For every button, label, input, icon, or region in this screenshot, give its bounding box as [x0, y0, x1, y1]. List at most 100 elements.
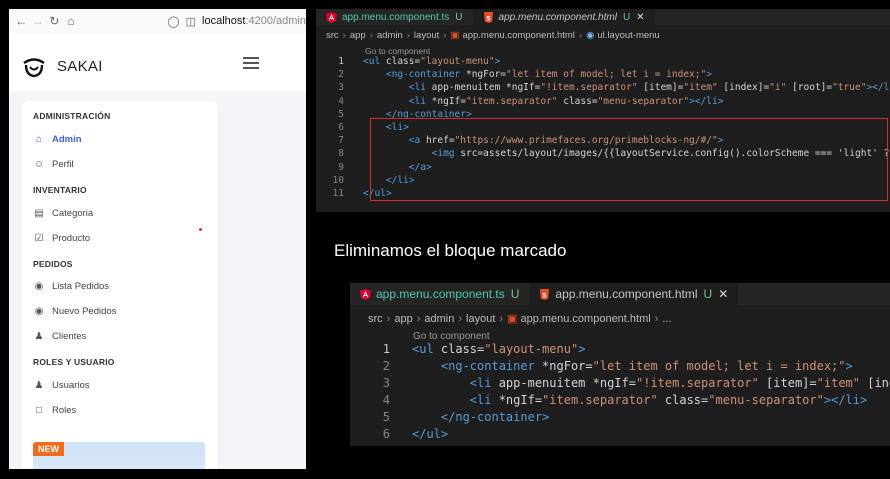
- code-line[interactable]: 6 </ul>: [350, 427, 890, 444]
- menu-toggle-icon[interactable]: [243, 57, 259, 69]
- svg-text:5: 5: [486, 14, 491, 22]
- code-line[interactable]: 1 <ul class="layout-menu">: [316, 56, 890, 69]
- sidebar-item-perfil[interactable]: ☺ Perfil: [32, 159, 74, 170]
- red-dot-marker: [199, 228, 202, 231]
- line-number: 6: [338, 122, 344, 133]
- code-line[interactable]: 2 <ng-container *ngFor="let item of mode…: [350, 359, 890, 376]
- tab-menu-component-ts[interactable]: app.menu.component.ts U: [350, 283, 529, 305]
- shield-icon: ◯: [167, 15, 180, 28]
- eye-icon: ◉: [34, 306, 44, 317]
- sakai-logo-icon[interactable]: [21, 53, 47, 79]
- code-line[interactable]: 5 </ng-container>: [350, 410, 890, 427]
- code-line[interactable]: 1 <ul class="layout-menu">: [350, 342, 890, 359]
- new-badge: NEW: [33, 442, 64, 456]
- sidebar-item-categoria[interactable]: ▤ Categoria: [32, 208, 93, 219]
- code-text: </ng-container>: [440, 410, 550, 424]
- code-text: <ng-container *ngFor="let item of model;…: [440, 359, 853, 373]
- line-number: 6: [382, 427, 390, 441]
- line-number: 7: [338, 135, 344, 147]
- line-number: 1: [382, 342, 390, 356]
- code-text: <li app-menuitem *ngIf="!item.separator"…: [469, 376, 890, 390]
- line-number: 3: [382, 376, 390, 390]
- home-icon[interactable]: ⌂: [63, 14, 80, 28]
- sidebar-item-producto[interactable]: ☑ Producto: [32, 233, 91, 244]
- html5-icon: 5: [540, 288, 550, 300]
- angular-icon: [360, 288, 371, 300]
- highlight-box: [370, 118, 888, 201]
- line-number: 4: [382, 393, 390, 407]
- reload-icon[interactable]: ↻: [46, 14, 63, 28]
- page-icon: ◫: [185, 15, 197, 28]
- id-card-icon: ▤: [34, 208, 44, 219]
- line-number: 11: [332, 188, 344, 199]
- code-line[interactable]: 2 <ng-container *ngFor="let item of mode…: [316, 69, 890, 82]
- line-number: 10: [332, 174, 344, 186]
- home-icon: ⌂: [35, 134, 43, 145]
- tab-menu-component-html[interactable]: 5 app.menu.component.html U ✕: [529, 283, 739, 305]
- section-title-administracion: ADMINISTRACIÓN: [33, 111, 111, 121]
- svg-text:5: 5: [543, 291, 548, 299]
- url-path: :4200/admin: [245, 15, 306, 27]
- code-text: <ng-container *ngFor="let item of model;…: [385, 69, 712, 81]
- url-host: localhost: [202, 15, 246, 27]
- code-text: </ul>: [412, 427, 449, 441]
- app-topbar: SAKAI: [9, 33, 306, 99]
- sidebar-item-usuarios[interactable]: ♟ Usuarios: [32, 380, 90, 391]
- code-line[interactable]: 3 <li app-menuitem *ngIf="!item.separato…: [350, 376, 890, 393]
- back-icon[interactable]: ←: [13, 14, 30, 28]
- sidebar-item-nuevo-pedidos[interactable]: ◉ Nuevo Pedidos: [32, 306, 117, 317]
- line-number: 5: [382, 410, 390, 424]
- editor-screenshot-before: app.menu.component.ts U 5 app.menu.compon…: [316, 9, 890, 212]
- line-number: 4: [338, 95, 344, 107]
- users-icon: ♟: [34, 380, 44, 391]
- codelens-go-to-component[interactable]: Go to component: [413, 331, 490, 342]
- browser-toolbar: ← → ↻ ⌂ ◯ ◫ localhost:4200/admin: [9, 9, 306, 33]
- forward-icon[interactable]: →: [30, 14, 47, 28]
- sidebar-item-clientes[interactable]: ♟ Clientes: [32, 331, 87, 342]
- sidebar-item-roles[interactable]: □ Roles: [32, 405, 76, 416]
- html5-icon: ▣: [507, 313, 518, 325]
- promo-banner[interactable]: NEW: [33, 442, 205, 469]
- line-number: 1: [338, 56, 344, 67]
- caption: Eliminamos el bloque marcado: [334, 241, 567, 260]
- app-name: SAKAI: [57, 57, 103, 75]
- close-tab-icon[interactable]: ✕: [636, 12, 644, 23]
- code-text: <li app-menuitem *ngIf="!item.separator"…: [408, 82, 890, 94]
- angular-icon: [326, 11, 337, 23]
- user-icon: ☺: [33, 159, 45, 170]
- section-title-inventario: INVENTARIO: [33, 185, 87, 195]
- code-text: <ul class="layout-menu">: [363, 56, 501, 67]
- editor-tabs: app.menu.component.ts U 5 app.menu.compon…: [316, 9, 890, 25]
- desktop-icon: □: [35, 405, 43, 416]
- eye-icon: ◉: [34, 281, 44, 292]
- breadcrumb: src › app › admin › layout › ▣ app.menu.component…: [326, 30, 660, 41]
- code-line[interactable]: 4 <li *ngIf="item.separator" class="menu…: [350, 393, 890, 410]
- code-line[interactable]: 4 <li *ngIf="item.separator" class="menu…: [316, 96, 890, 109]
- tab-menu-component-ts[interactable]: app.menu.component.ts U: [316, 9, 473, 25]
- html5-icon: 5: [483, 11, 493, 23]
- url-bar[interactable]: ◯ ◫ localhost:4200/admin: [167, 15, 306, 28]
- section-title-roles-usuario: ROLES Y USUARIO: [33, 357, 115, 367]
- html5-icon: ▣: [450, 30, 460, 41]
- line-number: 9: [338, 161, 344, 173]
- line-number: 2: [382, 359, 390, 373]
- editor-tabs: app.menu.component.ts U 5 app.menu.compon…: [350, 283, 890, 305]
- sidebar-item-lista-pedidos[interactable]: ◉ Lista Pedidos: [32, 281, 109, 292]
- check-square-icon: ☑: [34, 233, 44, 244]
- code-text: <li *ngIf="item.separator" class="menu-s…: [469, 393, 868, 407]
- section-title-pedidos: PEDIDOS: [33, 259, 73, 269]
- line-number: 3: [338, 82, 344, 94]
- line-number: 2: [338, 69, 344, 81]
- code-text: <li *ngIf="item.separator" class="menu-s…: [408, 95, 724, 107]
- code-line[interactable]: 3 <li app-menuitem *ngIf="!item.separato…: [316, 82, 890, 95]
- code-text: <ul class="layout-menu">: [412, 342, 586, 356]
- users-icon: ♟: [34, 331, 44, 342]
- line-number: 8: [338, 148, 344, 160]
- codelens-go-to-component[interactable]: Go to component: [365, 46, 430, 56]
- symbol-icon: ◉: [586, 30, 595, 41]
- close-tab-icon[interactable]: ✕: [718, 287, 728, 301]
- browser-window: ← → ↻ ⌂ ◯ ◫ localhost:4200/admin SAKAI A…: [9, 9, 306, 469]
- breadcrumb: src › app › admin › layout › ▣ app.menu.component…: [368, 313, 672, 325]
- sidebar-item-admin[interactable]: ⌂ Admin: [32, 134, 82, 145]
- tab-menu-component-html[interactable]: 5 app.menu.component.html U ✕: [472, 9, 655, 25]
